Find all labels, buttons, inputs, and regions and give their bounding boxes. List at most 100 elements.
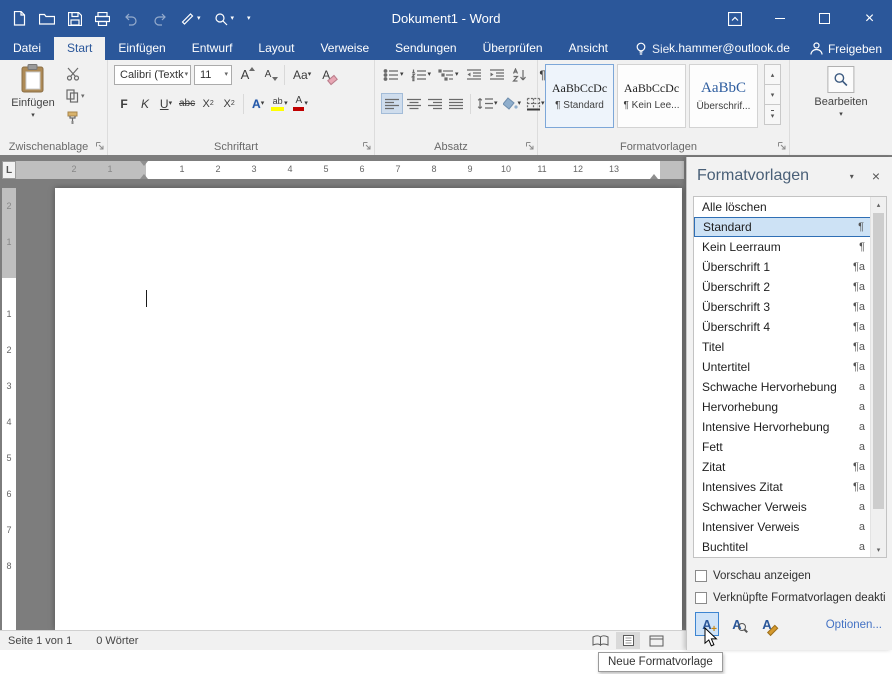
italic-button[interactable]: K <box>135 93 155 114</box>
style-list-item[interactable]: Überschrift 1 ¶a <box>694 257 886 277</box>
close-button[interactable]: × <box>847 0 892 37</box>
ribbon-tab[interactable]: Entwurf <box>179 37 246 60</box>
strikethrough-button[interactable]: abc <box>177 93 197 114</box>
styles-list-scrollbar[interactable]: ▴ ▾ <box>870 197 886 557</box>
change-case-button[interactable]: Aa▾ <box>291 64 313 85</box>
print-layout-button[interactable] <box>616 632 640 649</box>
bullets-button[interactable]: ▾ <box>381 64 406 85</box>
web-layout-button[interactable] <box>644 632 668 649</box>
font-name-combo[interactable]: Calibri (Textk▾ <box>114 65 191 85</box>
increase-indent-button[interactable] <box>487 64 507 85</box>
paragraph-dialog-launcher[interactable] <box>525 141 535 151</box>
ribbon-tab[interactable]: Sendungen <box>382 37 469 60</box>
underline-button[interactable]: U▾ <box>156 93 176 114</box>
style-list-item[interactable]: Schwache Hervorhebung a <box>694 377 886 397</box>
style-gallery-item[interactable]: AaBbCcDc ¶ Kein Lee... <box>617 64 686 128</box>
superscript-button[interactable]: X2 <box>219 93 239 114</box>
read-mode-button[interactable] <box>588 632 612 649</box>
maximize-button[interactable] <box>802 0 847 37</box>
scrollbar-thumb[interactable] <box>873 213 884 509</box>
text-highlight-button[interactable]: ab▾ <box>269 93 290 114</box>
style-list-item[interactable]: Titel ¶a <box>694 337 886 357</box>
ribbon-tab[interactable]: Layout <box>245 37 307 60</box>
shrink-font-button[interactable]: A <box>258 64 278 85</box>
redo-button[interactable] <box>149 9 171 29</box>
font-dialog-launcher[interactable] <box>362 141 372 151</box>
manage-styles-button[interactable]: A <box>755 612 779 636</box>
justify-button[interactable] <box>446 93 466 114</box>
clipboard-dialog-launcher[interactable] <box>95 141 105 151</box>
first-line-indent-marker[interactable] <box>140 161 148 166</box>
vertical-ruler[interactable]: 21 12345678 <box>2 188 16 630</box>
style-list-item[interactable]: Überschrift 2 ¶a <box>694 277 886 297</box>
style-list-item[interactable]: Intensives Zitat ¶a <box>694 477 886 497</box>
new-document-button[interactable] <box>10 8 29 29</box>
style-list-item[interactable]: Standard ¶ <box>694 217 886 237</box>
style-list-item[interactable]: Überschrift 3 ¶a <box>694 297 886 317</box>
undo-button[interactable] <box>120 9 142 29</box>
tell-me-search[interactable]: Sie wünsc <box>635 37 669 60</box>
font-size-combo[interactable]: 11▾ <box>194 65 232 85</box>
page-indicator[interactable]: Seite 1 von 1 <box>8 635 72 647</box>
align-center-button[interactable] <box>404 93 424 114</box>
open-button[interactable] <box>36 9 58 28</box>
horizontal-ruler[interactable]: 21 12345678910111213 <box>16 161 684 179</box>
quick-print-button[interactable] <box>92 9 113 29</box>
print-preview-button[interactable]: ▾ <box>211 9 238 29</box>
decrease-indent-button[interactable] <box>464 64 484 85</box>
pane-close-button[interactable]: × <box>868 168 884 184</box>
subscript-button[interactable]: X2 <box>198 93 218 114</box>
scroll-down-arrow[interactable]: ▾ <box>871 542 886 557</box>
ribbon-tab[interactable]: Datei <box>0 37 54 60</box>
styles-dialog-launcher[interactable] <box>777 141 787 151</box>
cut-button[interactable] <box>66 66 85 82</box>
numbering-button[interactable]: ▾ <box>409 64 434 85</box>
paste-button[interactable]: Einfügen ▾ <box>7 64 59 134</box>
word-count[interactable]: 0 Wörter <box>96 635 138 647</box>
show-preview-checkbox[interactable]: Vorschau anzeigen <box>695 570 891 582</box>
style-list-item[interactable]: Intensive Hervorhebung a <box>694 417 886 437</box>
tab-stop-selector[interactable]: L <box>2 161 16 179</box>
sort-button[interactable] <box>510 64 530 85</box>
format-painter-button[interactable] <box>66 110 85 126</box>
account-email[interactable]: k.hammer@outlook.de <box>669 37 790 60</box>
gallery-scroll-down-button[interactable]: ▾ <box>764 84 781 105</box>
style-inspector-button[interactable]: A <box>725 612 749 636</box>
save-button[interactable] <box>65 9 85 29</box>
share-button[interactable]: Freigeben <box>810 37 882 60</box>
ribbon-tab[interactable]: Einfügen <box>105 37 178 60</box>
gallery-scroll-up-button[interactable]: ▴ <box>764 64 781 85</box>
style-gallery-item[interactable]: AaBbC Überschrif... <box>689 64 758 128</box>
right-indent-marker[interactable] <box>650 174 658 179</box>
editing-collapsed-button[interactable]: Bearbeiten ▾ <box>814 66 867 118</box>
disable-linked-styles-checkbox[interactable]: Verknüpfte Formatvorlagen deakti <box>695 592 891 604</box>
align-right-button[interactable] <box>425 93 445 114</box>
style-list-item[interactable]: Überschrift 4 ¶a <box>694 317 886 337</box>
style-list-item[interactable]: Zitat ¶a <box>694 457 886 477</box>
style-list-item[interactable]: Schwacher Verweis a <box>694 497 886 517</box>
clear-formatting-button[interactable]: A <box>316 64 336 85</box>
ribbon-tab[interactable]: Überprüfen <box>470 37 556 60</box>
style-gallery-item[interactable]: AaBbCcDc ¶ Standard <box>545 64 614 128</box>
style-list-item[interactable]: Untertitel ¶a <box>694 357 886 377</box>
document-page[interactable] <box>55 188 682 630</box>
text-effects-button[interactable]: A▾ <box>248 93 268 114</box>
style-list-item[interactable]: Hervorhebung a <box>694 397 886 417</box>
style-list-item[interactable]: Intensiver Verweis a <box>694 517 886 537</box>
line-spacing-button[interactable]: ▾ <box>475 93 500 114</box>
customize-qat-button[interactable]: ▾ <box>244 12 254 25</box>
pen-input-button[interactable]: ▾ <box>178 9 204 28</box>
style-list-item[interactable]: Alle löschen <box>694 197 886 217</box>
pane-menu-button[interactable]: ▾ <box>846 168 858 185</box>
align-left-button[interactable] <box>381 93 403 114</box>
scroll-up-arrow[interactable]: ▴ <box>871 197 886 212</box>
ribbon-tab[interactable]: Start <box>54 37 105 60</box>
gallery-more-button[interactable]: ▾ <box>764 104 781 125</box>
shading-button[interactable]: ▾ <box>501 93 524 114</box>
left-indent-marker[interactable] <box>140 174 148 179</box>
ribbon-tab[interactable]: Ansicht <box>556 37 621 60</box>
multilevel-list-button[interactable]: ▾ <box>436 64 461 85</box>
copy-button[interactable]: ▾ <box>66 88 85 104</box>
ribbon-display-options-button[interactable] <box>712 0 757 37</box>
options-link[interactable]: Optionen... <box>826 619 882 631</box>
